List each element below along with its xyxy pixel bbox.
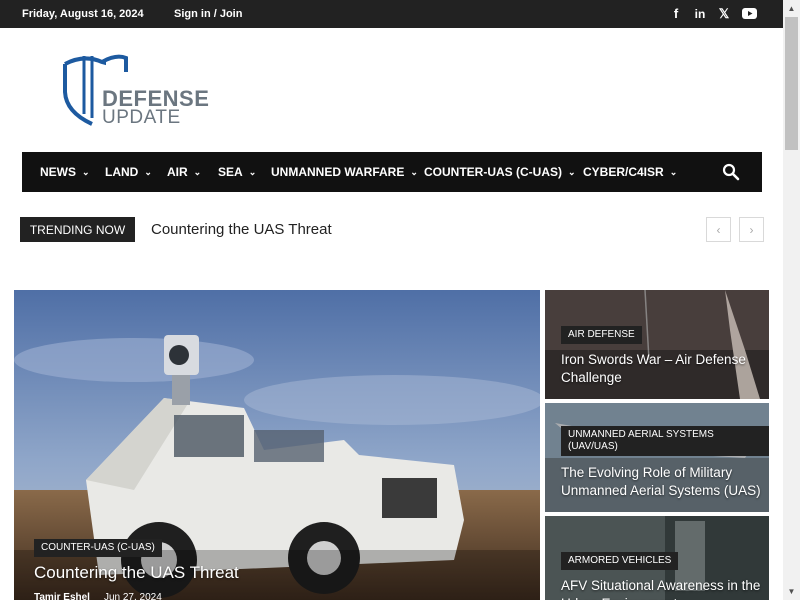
- logo-text-update: UPDATE: [102, 107, 181, 128]
- scroll-down-arrow-icon[interactable]: ▼: [783, 583, 800, 600]
- chevron-down-icon: ⌄: [410, 166, 418, 177]
- signin-link[interactable]: Sign in / Join: [174, 8, 242, 20]
- chevron-down-icon: ⌄: [144, 166, 152, 177]
- chevron-down-icon: ⌄: [669, 166, 678, 177]
- top-bar: Friday, August 16, 2024 Sign in / Join f…: [0, 0, 783, 28]
- featured-article-meta: Tamir Eshel Jun 27, 2024: [34, 592, 162, 600]
- side-article-3[interactable]: ARMORED VEHICLES AFV Situational Awarene…: [545, 516, 769, 600]
- youtube-icon[interactable]: [741, 6, 757, 21]
- scroll-thumb[interactable]: [785, 17, 798, 150]
- nav-item-unmanned-warfare[interactable]: UNMANNED WARFARE ⌄: [271, 165, 418, 179]
- side-article-3-category-badge[interactable]: ARMORED VEHICLES: [561, 552, 679, 570]
- main-navigation: NEWS ⌄ LAND ⌄ AIR ⌄ SEA ⌄ UNMANNED WARFARE ⌄ …: [22, 152, 762, 192]
- nav-item-counter-uas[interactable]: COUNTER-UAS (C-UAS) ⌄: [424, 165, 576, 179]
- chevron-down-icon: ⌄: [193, 166, 202, 177]
- x-icon[interactable]: 𝕏: [717, 6, 731, 21]
- chevron-down-icon: ⌄: [248, 166, 257, 177]
- trending-headline[interactable]: Countering the UAS Threat: [151, 221, 332, 238]
- social-links: f in 𝕏: [669, 6, 757, 21]
- current-date: Friday, August 16, 2024: [22, 8, 144, 20]
- trending-label: TRENDING NOW: [20, 217, 135, 242]
- side-article-2[interactable]: UNMANNED AERIAL SYSTEMS (UAV/UAS) The Ev…: [545, 403, 769, 512]
- featured-category-badge[interactable]: COUNTER-UAS (C-UAS): [34, 539, 162, 557]
- page-scrollbar[interactable]: ▲ ▼: [783, 0, 800, 600]
- scroll-up-arrow-icon[interactable]: ▲: [783, 0, 800, 17]
- chevron-down-icon: ⌄: [82, 166, 90, 177]
- featured-article-title[interactable]: Countering the UAS Threat: [34, 563, 239, 583]
- featured-article[interactable]: COUNTER-UAS (C-UAS) Countering the UAS T…: [14, 290, 540, 600]
- side-article-1-title[interactable]: Iron Swords War – Air Defense Challenge: [561, 351, 766, 387]
- nav-item-land[interactable]: LAND ⌄: [105, 165, 152, 179]
- chevron-down-icon: ⌄: [568, 166, 576, 177]
- featured-date: Jun 27, 2024: [103, 592, 162, 600]
- site-logo[interactable]: DEFENSE UPDATE: [62, 52, 209, 130]
- linkedin-icon[interactable]: in: [693, 6, 707, 21]
- side-article-1-category-badge[interactable]: AIR DEFENSE: [561, 326, 642, 344]
- side-article-2-category-badge[interactable]: UNMANNED AERIAL SYSTEMS (UAV/UAS): [561, 426, 769, 456]
- trending-prev-button[interactable]: ‹: [706, 217, 731, 242]
- nav-item-air[interactable]: AIR ⌄: [167, 165, 201, 179]
- trending-next-button[interactable]: ›: [739, 217, 764, 242]
- side-article-3-title[interactable]: AFV Situational Awareness in the Urban E…: [561, 577, 766, 600]
- search-icon[interactable]: [722, 163, 740, 181]
- nav-item-sea[interactable]: SEA ⌄: [218, 165, 256, 179]
- shield-icon: [63, 56, 106, 126]
- side-article-1[interactable]: AIR DEFENSE Iron Swords War – Air Defens…: [545, 290, 769, 399]
- side-article-2-title[interactable]: The Evolving Role of Military Unmanned A…: [561, 464, 766, 500]
- nav-item-cyber-c4isr[interactable]: CYBER/C4ISR ⌄: [583, 165, 677, 179]
- nav-item-news[interactable]: NEWS ⌄: [40, 165, 90, 179]
- facebook-icon[interactable]: f: [669, 6, 683, 21]
- featured-author[interactable]: Tamir Eshel: [34, 592, 90, 600]
